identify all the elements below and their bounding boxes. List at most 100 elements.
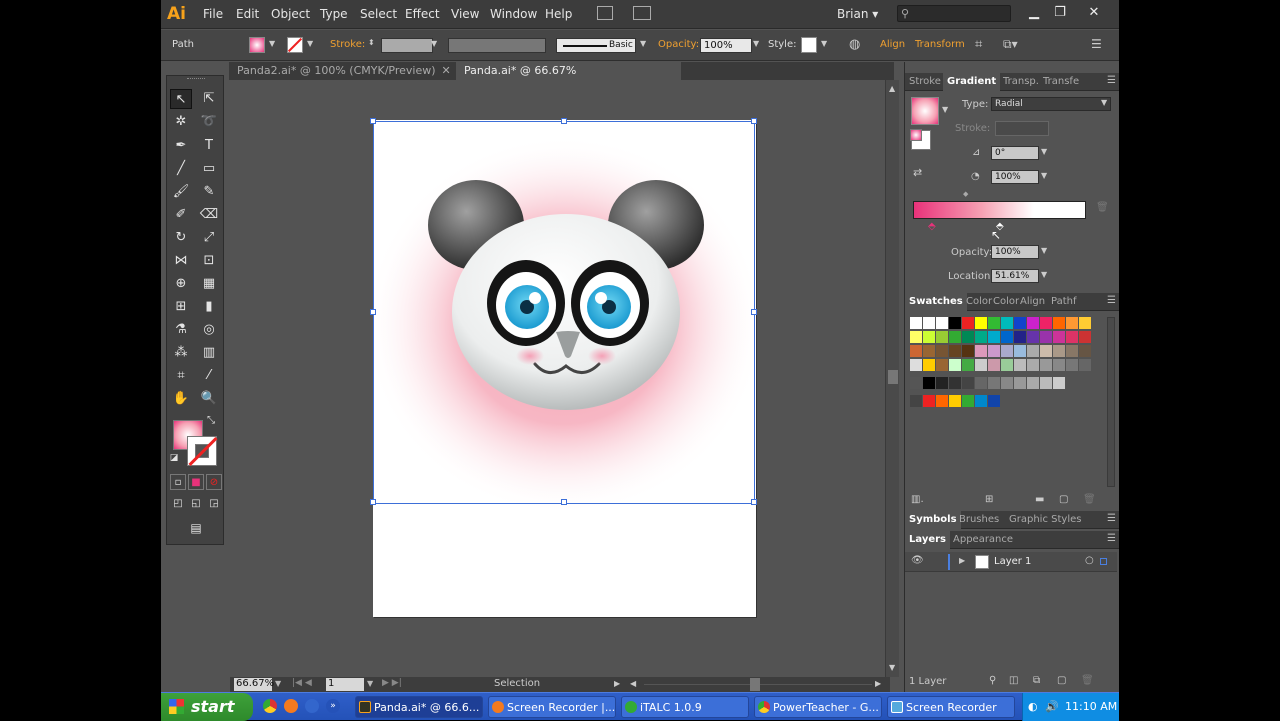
color-swatch[interactable]: [1040, 345, 1053, 358]
color-swatch[interactable]: [949, 359, 962, 372]
color-swatch[interactable]: [1001, 359, 1014, 372]
canvas-area[interactable]: [230, 80, 890, 677]
color-swatch[interactable]: [962, 345, 975, 358]
pen-tool-icon[interactable]: ✒: [170, 136, 192, 156]
stroke-weight-dropdown-icon[interactable]: ▼: [431, 39, 437, 48]
color-swatch[interactable]: [910, 317, 923, 330]
quick-launch-more-icon[interactable]: »: [326, 699, 340, 713]
color-swatch[interactable]: [1066, 345, 1079, 358]
tab-transform[interactable]: Transfe: [1039, 73, 1083, 91]
tab-layers[interactable]: Layers: [905, 531, 950, 549]
stop-location-field[interactable]: 51.61%: [991, 269, 1039, 283]
gradient-preview-swatch[interactable]: [911, 97, 939, 125]
direct-selection-tool-icon[interactable]: ⇱: [198, 89, 220, 109]
tab-stroke[interactable]: Stroke: [905, 73, 945, 91]
gradient-type-dropdown-icon[interactable]: ▼: [1101, 98, 1107, 107]
tab-panda2[interactable]: Panda2.ai* @ 100% (CMYK/Preview) ✕: [229, 62, 457, 80]
type-tool-icon[interactable]: T: [198, 136, 220, 156]
selection-handle[interactable]: [751, 499, 757, 505]
user-menu[interactable]: Brian ▾: [837, 7, 878, 21]
taskbar-powerteacher[interactable]: PowerTeacher - G...: [754, 696, 882, 718]
shape-builder-tool-icon[interactable]: ⊕: [170, 274, 192, 294]
color-swatch[interactable]: [910, 395, 923, 408]
color-swatch[interactable]: [962, 377, 975, 390]
layer-name[interactable]: Layer 1: [994, 556, 1031, 567]
next-artboard-icon[interactable]: ▶ ▶|: [382, 678, 402, 688]
align-link[interactable]: Align: [880, 39, 905, 50]
selection-handle[interactable]: [751, 118, 757, 124]
color-swatch[interactable]: [988, 359, 1001, 372]
recolor-artwork-icon[interactable]: ◍: [849, 37, 860, 52]
menu-file[interactable]: File: [203, 7, 223, 21]
hand-tool-icon[interactable]: ✋: [170, 389, 192, 409]
selection-handle[interactable]: [751, 309, 757, 315]
color-swatch[interactable]: [1079, 331, 1092, 344]
stroke-color-box[interactable]: [187, 436, 217, 466]
color-swatch[interactable]: [1001, 377, 1014, 390]
draw-behind-icon[interactable]: ◱: [188, 496, 204, 512]
gradient-angle-field[interactable]: 0°: [991, 146, 1039, 160]
line-tool-icon[interactable]: ╱: [170, 159, 192, 179]
swatches-scrollbar[interactable]: [1107, 317, 1115, 487]
none-mode-icon[interactable]: ⊘: [206, 474, 222, 490]
color-swatch[interactable]: [923, 377, 936, 390]
layer-target-icon[interactable]: ○: [1085, 555, 1094, 566]
scroll-down-icon[interactable]: ▼: [889, 663, 895, 672]
width-tool-icon[interactable]: ⋈: [170, 251, 192, 271]
stroke-weight-stepper[interactable]: ⬍: [368, 38, 375, 47]
fill-swatch[interactable]: [249, 37, 265, 53]
layer-selection-indicator[interactable]: [1100, 558, 1107, 565]
start-button[interactable]: start: [161, 693, 253, 721]
taskbar-illustrator[interactable]: Panda.ai* @ 66.6...: [355, 696, 483, 718]
color-swatch[interactable]: [923, 331, 936, 344]
opacity-link[interactable]: Opacity:: [658, 39, 699, 50]
color-swatch[interactable]: [962, 395, 975, 408]
color-swatch[interactable]: [1053, 377, 1066, 390]
locate-object-icon[interactable]: ⚲: [989, 675, 996, 686]
stroke-style-dropdown-icon[interactable]: ▼: [640, 39, 646, 48]
scroll-right-icon[interactable]: ▶: [875, 679, 881, 688]
fill-dropdown-icon[interactable]: ▼: [269, 39, 275, 48]
tab-transparency[interactable]: Transp.: [999, 73, 1043, 91]
draw-inside-icon[interactable]: ◲: [206, 496, 222, 512]
color-swatch[interactable]: [962, 331, 975, 344]
color-swatch[interactable]: [1027, 317, 1040, 330]
stroke-link[interactable]: Stroke:: [330, 39, 365, 50]
menu-edit[interactable]: Edit: [236, 7, 259, 21]
color-swatch[interactable]: [923, 345, 936, 358]
color-swatch[interactable]: [1040, 317, 1053, 330]
new-swatch-icon[interactable]: ▢: [1059, 494, 1068, 505]
arrange-documents-icon[interactable]: [633, 6, 651, 20]
menu-type[interactable]: Type: [320, 7, 348, 21]
gradient-tool-icon[interactable]: ▮: [198, 297, 220, 317]
selection-handle[interactable]: [561, 118, 567, 124]
reverse-gradient-icon[interactable]: ⇄: [913, 166, 922, 179]
perspective-grid-tool-icon[interactable]: ▦: [198, 274, 220, 294]
color-swatch[interactable]: [1001, 331, 1014, 344]
ie-icon[interactable]: [305, 699, 319, 713]
selection-handle[interactable]: [370, 499, 376, 505]
color-swatch[interactable]: [988, 395, 1001, 408]
free-transform-tool-icon[interactable]: ⊡: [198, 251, 220, 271]
panel-menu-icon[interactable]: ☰: [1107, 295, 1116, 306]
color-swatch[interactable]: [910, 377, 923, 390]
rectangle-tool-icon[interactable]: ▭: [198, 159, 220, 179]
panel-menu-icon[interactable]: ☰: [1107, 75, 1116, 86]
visibility-eye-icon[interactable]: 👁: [911, 555, 924, 566]
opacity-field[interactable]: 100%: [700, 38, 752, 53]
eyedropper-tool-icon[interactable]: ⚗: [170, 320, 192, 340]
zoom-dropdown-icon[interactable]: ▼: [275, 679, 281, 688]
horizontal-scroll-thumb[interactable]: [750, 678, 760, 691]
color-swatch[interactable]: [962, 359, 975, 372]
color-swatch[interactable]: [949, 317, 962, 330]
isolate-icon[interactable]: ⌗: [975, 37, 982, 52]
color-swatch[interactable]: [1066, 359, 1079, 372]
swatch-grid[interactable]: [910, 317, 1105, 492]
color-swatch[interactable]: [936, 331, 949, 344]
rotate-tool-icon[interactable]: ↻: [170, 228, 192, 248]
gradient-mode-icon[interactable]: ■: [188, 474, 204, 490]
color-swatch[interactable]: [975, 331, 988, 344]
close-button[interactable]: ✕: [1083, 3, 1105, 23]
color-swatch[interactable]: [1027, 377, 1040, 390]
magic-wand-tool-icon[interactable]: ✲: [170, 112, 192, 132]
